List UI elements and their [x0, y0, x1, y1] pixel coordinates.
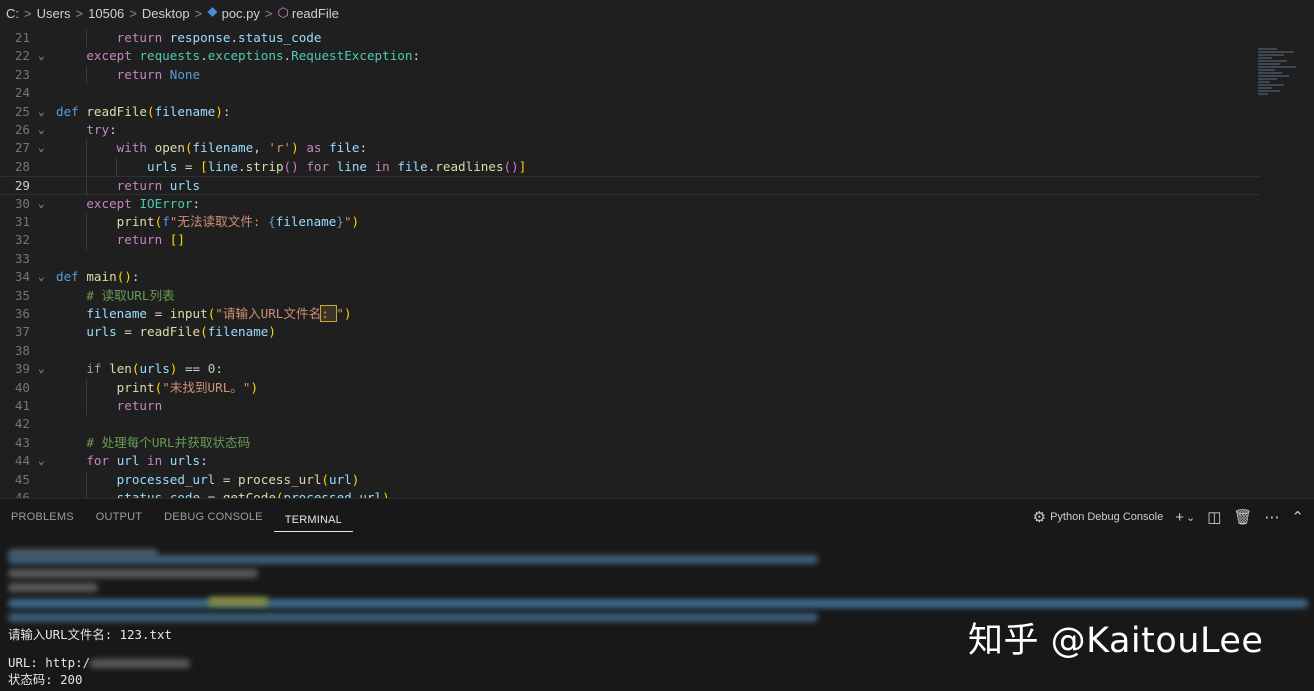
code-line[interactable]: 40 print("未找到URL。") — [0, 378, 1260, 397]
code-line[interactable]: 28 urls = [line.strip() for line in file… — [0, 157, 1260, 177]
redacted-text — [8, 613, 818, 622]
breadcrumb-separator: > — [264, 5, 273, 21]
split-icon[interactable]: ◫ — [1207, 508, 1221, 526]
breadcrumb-separator: > — [194, 5, 203, 21]
terminal-selector[interactable]: ⚙ Python Debug Console — [1033, 508, 1164, 526]
code-line[interactable]: 41 return — [0, 397, 1260, 416]
code-line[interactable]: 34 ⌄ def main(): — [0, 268, 1260, 286]
redacted-text — [8, 599, 1308, 608]
terminal-url-line: URL: http:/ — [8, 655, 91, 670]
tab-debug-console[interactable]: DEBUG CONSOLE — [153, 499, 274, 535]
redacted-text — [8, 569, 258, 578]
redacted-text — [8, 555, 818, 564]
breadcrumb-file[interactable]: poc.py — [222, 6, 260, 21]
breadcrumb-users[interactable]: Users — [37, 6, 71, 21]
code-line[interactable]: 33 — [0, 250, 1260, 268]
breadcrumb-separator: > — [75, 5, 84, 21]
code-line[interactable]: 22 ⌄ except requests.exceptions.RequestEx… — [0, 47, 1260, 65]
terminal-name: Python Debug Console — [1050, 511, 1164, 523]
code-line[interactable]: 26 ⌄ try: — [0, 121, 1260, 139]
panel-actions: ⚙ Python Debug Console + ⌄ ◫ 🗑 ⋯ ⌃ — [1033, 499, 1304, 535]
fold-chevron-icon[interactable]: ⌄ — [38, 47, 50, 65]
fold-chevron-icon[interactable]: ⌄ — [38, 121, 50, 139]
breadcrumb-symbol[interactable]: readFile — [292, 6, 339, 21]
code-line[interactable]: 37 urls = readFile(filename) — [0, 323, 1260, 341]
tab-problems[interactable]: PROBLEMS — [0, 499, 85, 535]
breadcrumb-user-folder[interactable]: 10506 — [88, 6, 124, 21]
debug-gear-icon: ⚙ — [1032, 509, 1047, 526]
chevron-up-icon[interactable]: ⌃ — [1291, 508, 1304, 526]
code-line[interactable]: 35 # 读取URL列表 — [0, 287, 1260, 305]
code-line-active[interactable]: 29 return urls — [0, 176, 1260, 196]
terminal-status-line: 状态码: 200 — [8, 672, 83, 687]
code-line[interactable]: 46 status_code = getCode(processed_url) — [0, 489, 1260, 498]
redacted-text — [8, 583, 98, 592]
fold-chevron-icon[interactable]: ⌄ — [38, 103, 50, 121]
code-editor[interactable]: 21 return response.status_code 22 ⌄ excep… — [0, 26, 1314, 498]
terminal-prompt-line: 请输入URL文件名: 123.txt — [8, 627, 172, 642]
trash-icon[interactable]: 🗑 — [1233, 508, 1252, 526]
minimap[interactable] — [1258, 48, 1306, 118]
code-line[interactable]: 44 ⌄ for url in urls: — [0, 452, 1260, 470]
fold-chevron-icon[interactable]: ⌄ — [38, 139, 50, 157]
panel-tabs: PROBLEMS OUTPUT DEBUG CONSOLE TERMINAL — [0, 499, 353, 535]
fold-chevron-icon[interactable]: ⌄ — [38, 195, 50, 213]
tab-terminal[interactable]: TERMINAL — [273, 502, 353, 532]
code-line[interactable]: 24 — [0, 84, 1260, 102]
breadcrumb-separator: > — [24, 5, 32, 21]
python-file-icon: ⯁ — [207, 5, 218, 20]
fold-chevron-icon[interactable]: ⌄ — [38, 360, 50, 378]
ellipsis-icon[interactable]: ⋯ — [1264, 508, 1279, 526]
breadcrumb: C: > Users > 10506 > Desktop > ⯁ poc.py … — [0, 0, 1314, 26]
code-line[interactable]: 42 — [0, 415, 1260, 433]
code-line[interactable]: 36 filename = input("请输入URL文件名: ") — [0, 305, 1260, 323]
chevron-down-icon[interactable]: ⌄ — [1186, 511, 1195, 524]
code-line[interactable]: 21 return response.status_code — [0, 29, 1260, 48]
redacted-url — [90, 659, 190, 668]
breadcrumb-separator: > — [129, 5, 137, 21]
fold-chevron-icon[interactable]: ⌄ — [38, 452, 50, 470]
code-line[interactable]: 39 ⌄ if len(urls) == 0: — [0, 360, 1260, 378]
code-line[interactable]: 30 ⌄ except IOError: — [0, 195, 1260, 213]
watermark: 知乎 @KaitouLee — [968, 621, 1264, 661]
code-line[interactable]: 45 processed_url = process_url(url) — [0, 470, 1260, 489]
code-line[interactable]: 38 — [0, 342, 1260, 360]
function-symbol-icon: ⬡ — [277, 5, 289, 20]
redacted-text — [208, 597, 268, 606]
code-line[interactable]: 27 ⌄ with open(filename, 'r') as file: — [0, 139, 1260, 158]
breadcrumb-desktop[interactable]: Desktop — [142, 6, 190, 21]
code-line[interactable]: 31 print(f"无法读取文件: {filename}") — [0, 213, 1260, 232]
fold-chevron-icon[interactable]: ⌄ — [38, 268, 50, 286]
code-line[interactable]: 32 return [] — [0, 231, 1260, 250]
plus-icon[interactable]: + — [1175, 509, 1184, 526]
code-line[interactable]: 25 ⌄ def readFile(filename): — [0, 103, 1260, 121]
breadcrumb-drive[interactable]: C: — [6, 6, 19, 21]
code-line[interactable]: 23 return None — [0, 65, 1260, 85]
tab-output[interactable]: OUTPUT — [85, 499, 153, 535]
code-line[interactable]: 43 # 处理每个URL并获取状态码 — [0, 434, 1260, 452]
